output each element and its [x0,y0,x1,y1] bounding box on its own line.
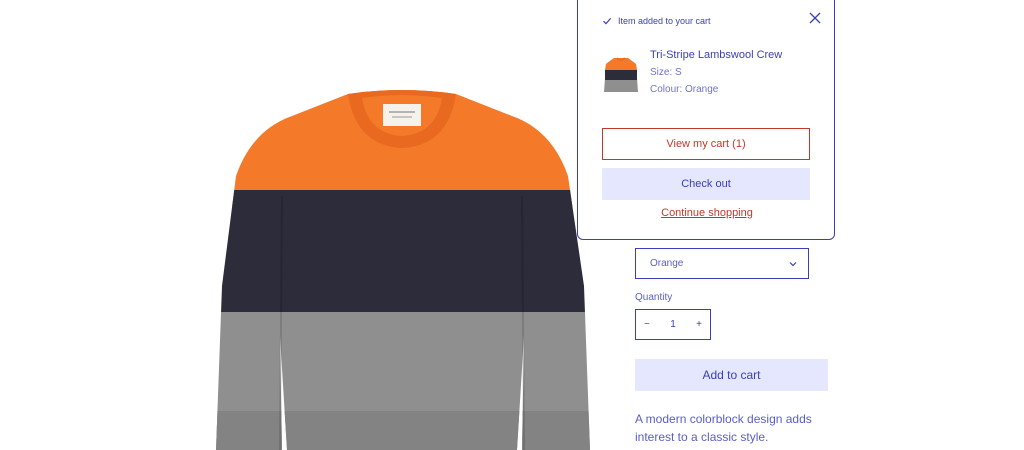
decrease-quantity-button[interactable]: − [644,319,650,330]
cart-notification: Item added to your cart Tri-Stripe Lambs… [577,0,835,240]
cart-notification-header: Item added to your cart [602,16,711,26]
add-to-cart-button[interactable]: Add to cart [635,359,828,391]
color-select[interactable]: Orange [635,248,809,279]
quantity-label: Quantity [635,292,673,303]
continue-shopping-link[interactable]: Continue shopping [578,207,836,219]
cart-item-name[interactable]: Tri-Stripe Lambswool Crew [650,49,782,61]
close-icon[interactable] [808,11,822,25]
cart-item-size: Size: S [650,67,682,78]
color-select-value: Orange [650,258,684,269]
product-description: A modern colorblock design adds interest… [635,412,812,444]
product-image [216,90,590,450]
cart-status-text: Item added to your cart [618,16,711,26]
increase-quantity-button[interactable]: + [696,319,702,330]
view-cart-button[interactable]: View my cart (1) [602,128,810,160]
checkout-button[interactable]: Check out [602,168,810,200]
quantity-stepper: − 1 + [635,309,711,340]
cart-item-thumbnail [604,57,638,92]
check-icon [603,18,612,25]
chevron-down-icon [789,261,797,266]
quantity-value[interactable]: 1 [670,319,676,330]
cart-item-colour: Colour: Orange [650,84,719,95]
